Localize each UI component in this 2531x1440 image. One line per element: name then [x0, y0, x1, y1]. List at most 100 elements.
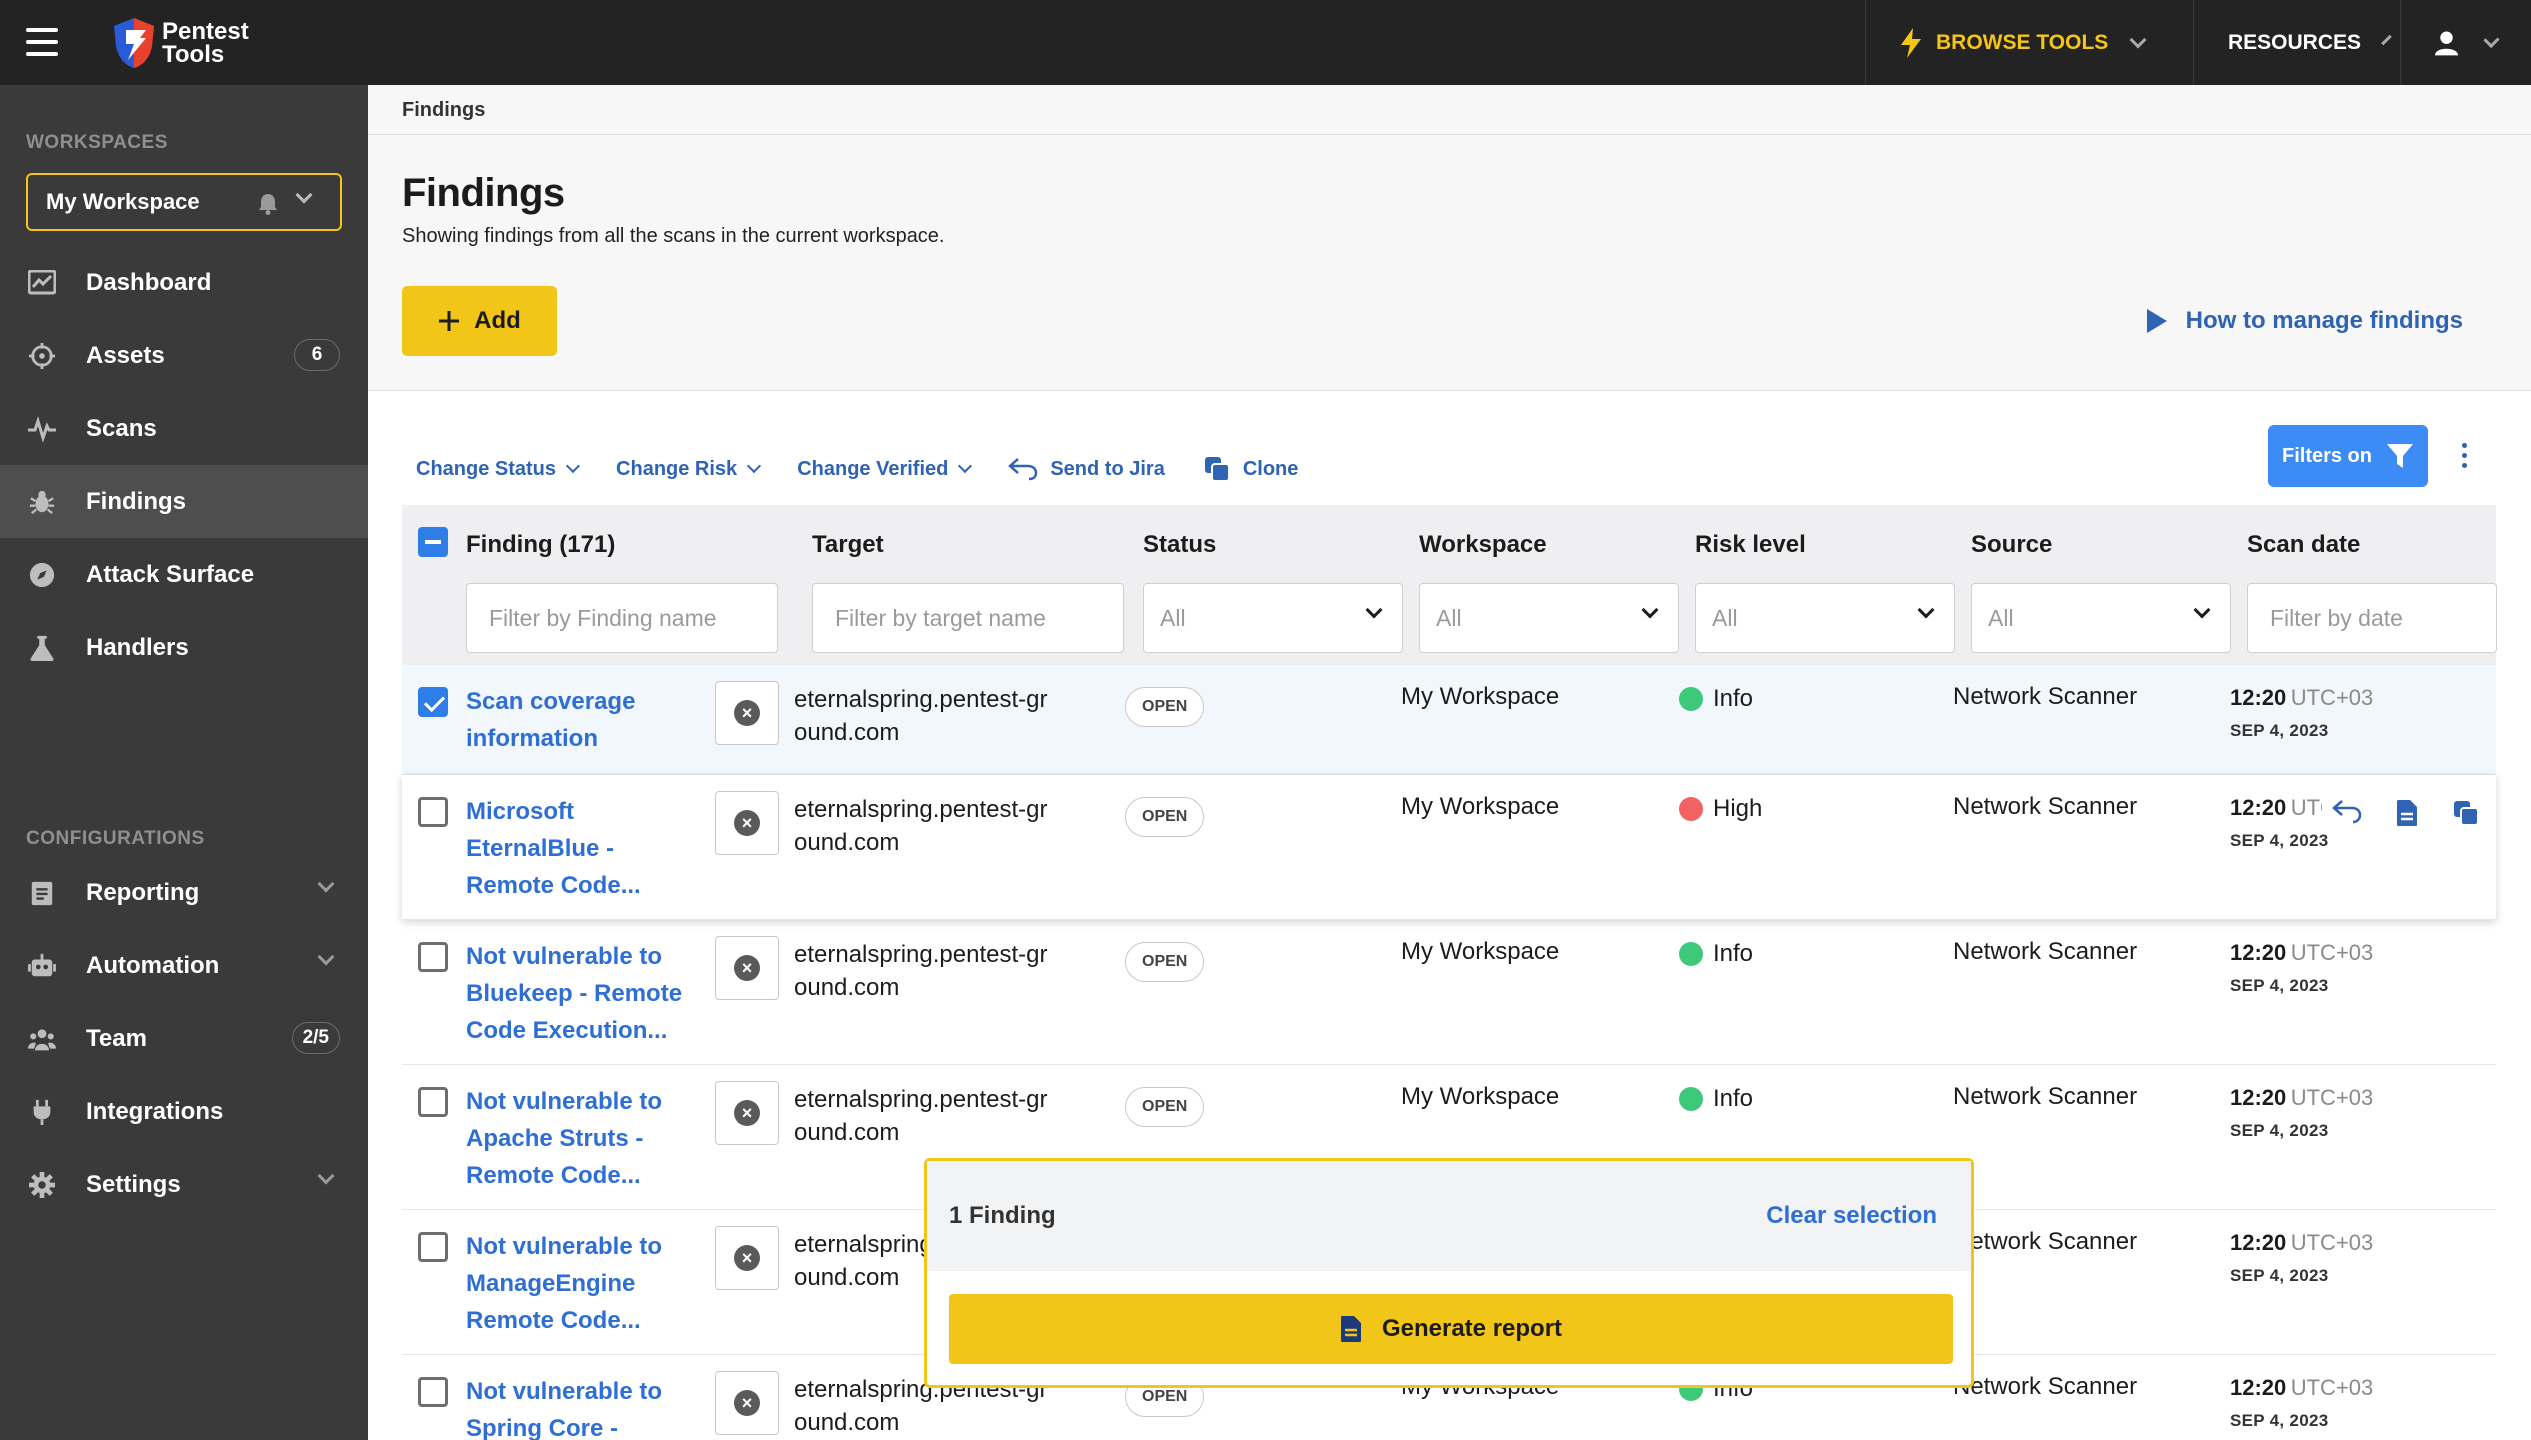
column-header-scan-date[interactable]: Scan date [2247, 531, 2360, 559]
clone-button[interactable]: Clone [1203, 455, 1298, 483]
table-row[interactable]: Scan coverage information × eternalsprin… [402, 665, 2496, 775]
sidebar-item-integrations[interactable]: Integrations [0, 1075, 368, 1148]
finding-name-link[interactable]: Not vulnerable to ManageEngine Remote Co… [466, 1228, 686, 1339]
dismiss-finding-button[interactable]: × [715, 681, 779, 745]
scan-time: 12:20 [2230, 1375, 2287, 1400]
finding-name-link[interactable]: Not vulnerable to Spring Core - [466, 1373, 686, 1440]
sidebar-item-automation[interactable]: Automation [0, 929, 368, 1002]
sidebar-item-findings[interactable]: Findings [0, 465, 368, 538]
source-filter-select[interactable]: All [1971, 583, 2231, 653]
finding-name-link[interactable]: Microsoft EternalBlue - Remote Code... [466, 793, 686, 904]
clear-selection-button[interactable]: Clear selection [1766, 1202, 1937, 1230]
status-badge[interactable]: OPEN [1125, 797, 1205, 837]
dismiss-finding-button[interactable]: × [715, 1371, 779, 1435]
row-checkbox[interactable] [418, 797, 448, 827]
close-icon: × [734, 700, 760, 726]
more-options-icon[interactable] [2462, 443, 2467, 468]
workspace-selector[interactable]: My Workspace [26, 173, 342, 231]
dismiss-finding-button[interactable]: × [715, 1226, 779, 1290]
column-header-source[interactable]: Source [1971, 531, 2052, 559]
scan-time: 12:20 [2230, 1230, 2287, 1255]
send-to-jira-button[interactable]: Send to Jira [1008, 457, 1165, 481]
date-filter-input[interactable]: Filter by date [2247, 583, 2497, 653]
sidebar-item-dashboard[interactable]: Dashboard [0, 246, 368, 319]
change-verified-button[interactable]: Change Verified [797, 458, 973, 481]
row-checkbox[interactable] [418, 1377, 448, 1407]
row-checkbox[interactable] [418, 1232, 448, 1262]
dismiss-finding-button[interactable]: × [715, 936, 779, 1000]
send-to-jira-icon[interactable] [2332, 799, 2362, 832]
sidebar-item-attack-surface[interactable]: Attack Surface [0, 538, 368, 611]
hamburger-menu-icon[interactable] [26, 28, 58, 56]
finding-name-link[interactable]: Scan coverage information [466, 683, 686, 757]
finding-name-line: ManageEngine [466, 1270, 636, 1297]
finding-name-line: Apache Struts - [466, 1125, 644, 1152]
report-document-icon[interactable] [2396, 799, 2418, 832]
status-badge[interactable]: OPEN [1125, 687, 1205, 727]
add-finding-button[interactable]: Add [402, 286, 557, 356]
change-risk-label: Change Risk [616, 457, 738, 480]
column-header-workspace[interactable]: Workspace [1419, 531, 1547, 559]
status-badge[interactable]: OPEN [1125, 942, 1205, 982]
row-checkbox[interactable] [418, 942, 448, 972]
sidebar-item-label: Settings [86, 1170, 181, 1198]
target-line: ound.com [794, 974, 900, 1001]
sidebar-item-settings[interactable]: Settings [0, 1148, 368, 1221]
scan-day: SEP 4, 2023 [2230, 1266, 2329, 1285]
row-checkbox[interactable] [418, 687, 448, 717]
sidebar-item-team[interactable]: Team 2/5 [0, 1002, 368, 1075]
gear-icon [29, 1172, 55, 1198]
target-cell: eternalspring.pentest-gr ound.com [794, 793, 1047, 859]
dismiss-finding-button[interactable]: × [715, 791, 779, 855]
filters-on-button[interactable]: Filters on [2268, 425, 2428, 487]
target-line: eternalspring.pentest-gr [794, 796, 1048, 823]
column-header-target[interactable]: Target [812, 531, 884, 559]
target-filter-input[interactable]: Filter by target name [812, 583, 1124, 653]
column-header-status[interactable]: Status [1143, 531, 1216, 559]
status-badge[interactable]: OPEN [1125, 1087, 1205, 1127]
table-row[interactable]: Not vulnerable to Bluekeep - Remote Code… [402, 920, 2496, 1065]
lightning-icon [1901, 27, 1921, 58]
finding-name-line: Code Execution... [466, 1017, 668, 1044]
risk-label: Info [1713, 685, 1754, 712]
table-row[interactable]: Microsoft EternalBlue - Remote Code... ×… [402, 775, 2496, 920]
pentest-tools-logo[interactable]: Pentest Tools [112, 16, 249, 70]
sidebar-item-handlers[interactable]: Handlers [0, 611, 368, 684]
row-checkbox[interactable] [418, 1087, 448, 1117]
browse-tools-menu[interactable]: BROWSE TOOLS [1865, 0, 2193, 85]
clone-icon [1204, 457, 1230, 482]
scan-time: 12:20 [2230, 940, 2287, 965]
sidebar-item-label: Findings [86, 487, 186, 515]
sidebar-item-assets[interactable]: Assets 6 [0, 319, 368, 392]
sidebar-item-scans[interactable]: Scans [0, 392, 368, 465]
column-header-risk[interactable]: Risk level [1695, 531, 1806, 559]
workspace-filter-select[interactable]: All [1419, 583, 1679, 653]
filters-on-label: Filters on [2281, 444, 2372, 467]
risk-filter-select[interactable]: All [1695, 583, 1955, 653]
breadcrumb[interactable]: Findings [402, 99, 485, 122]
select-all-checkbox[interactable] [418, 527, 448, 557]
table-header: Finding (171) Target Status Workspace Ri… [402, 505, 2497, 665]
resources-menu[interactable]: RESOURCES [2193, 0, 2400, 85]
finding-filter-input[interactable]: Filter by Finding name [466, 583, 778, 653]
user-menu[interactable] [2400, 0, 2531, 85]
target-cell: eternalspring.pentest-gr ound.com [794, 1083, 1047, 1149]
status-filter-select[interactable]: All [1143, 583, 1403, 653]
dismiss-finding-button[interactable]: × [715, 1081, 779, 1145]
finding-name-link[interactable]: Not vulnerable to Bluekeep - Remote Code… [466, 938, 686, 1049]
flask-icon [30, 635, 54, 661]
finding-name-link[interactable]: Not vulnerable to Apache Struts - Remote… [466, 1083, 686, 1194]
risk-label: High [1713, 795, 1763, 822]
close-icon: × [734, 1100, 760, 1126]
scan-date-cell: 12:20 UTC+03 SEP 4, 2023 [2230, 1230, 2373, 1286]
target-line: eternalspring.pentest-gr [794, 686, 1048, 713]
column-header-finding[interactable]: Finding (171) [466, 531, 615, 559]
sidebar-item-reporting[interactable]: Reporting [0, 856, 368, 929]
how-to-manage-findings-link[interactable]: How to manage findings [2146, 307, 2463, 335]
bell-icon[interactable] [258, 193, 278, 215]
change-status-button[interactable]: Change Status [416, 458, 581, 481]
change-risk-button[interactable]: Change Risk [616, 457, 762, 481]
generate-report-button[interactable]: Generate report [949, 1294, 1953, 1364]
clone-icon[interactable] [2452, 799, 2480, 832]
workspaces-section-label: WORKSPACES [26, 132, 168, 153]
